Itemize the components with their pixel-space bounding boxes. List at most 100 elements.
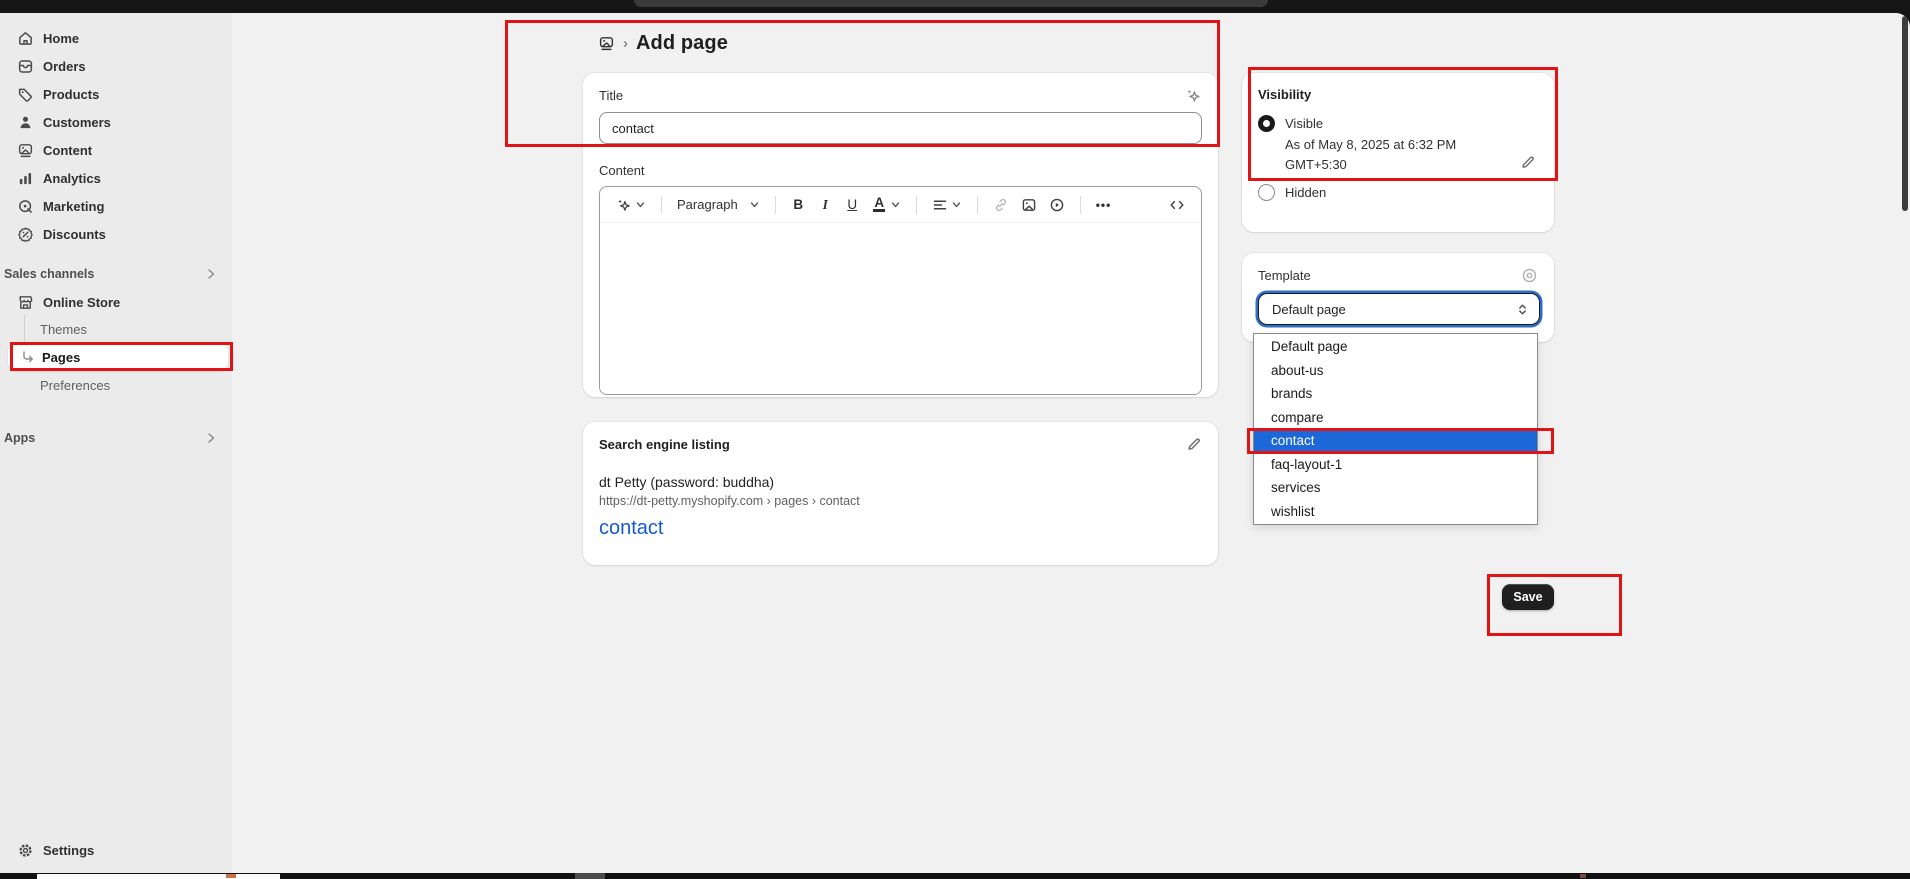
toolbar-divider <box>1080 196 1081 214</box>
more-options-button[interactable]: ••• <box>1092 195 1116 215</box>
taskbar-gray-segment <box>575 873 605 879</box>
breadcrumb: › Add page <box>598 32 728 55</box>
template-dropdown-list: Default page about-us brands compare con… <box>1253 333 1538 525</box>
edit-pencil-icon[interactable] <box>1186 436 1202 452</box>
bold-button[interactable]: B <box>787 194 810 215</box>
sidebar-item-home[interactable]: Home <box>0 24 232 52</box>
underline-button[interactable]: U <box>841 194 864 215</box>
hidden-radio-row[interactable]: Hidden <box>1258 184 1538 201</box>
template-selected-value: Default page <box>1272 302 1346 317</box>
browser-top-bar <box>0 0 1910 13</box>
sidebar-item-products[interactable]: Products <box>0 80 232 108</box>
radio-unselected-icon[interactable] <box>1258 184 1275 201</box>
underline-icon: U <box>845 197 860 212</box>
sales-channels-label: Sales channels <box>4 267 94 281</box>
visible-radio-row[interactable]: Visible <box>1258 115 1538 132</box>
products-icon <box>17 86 34 103</box>
toolbar-divider <box>916 196 917 214</box>
seo-site-title: dt Petty (password: buddha) <box>599 474 1202 490</box>
shopify-admin-window: Home Orders Products Customers Content A… <box>0 13 1910 873</box>
marketing-icon <box>17 198 34 215</box>
title-input[interactable] <box>599 112 1202 144</box>
dropdown-option[interactable]: brands <box>1254 382 1537 406</box>
visibility-heading: Visibility <box>1258 87 1538 102</box>
sidebar: Home Orders Products Customers Content A… <box>0 13 232 873</box>
dropdown-option[interactable]: compare <box>1254 406 1537 430</box>
template-heading: Template <box>1258 268 1311 283</box>
sidebar-section-sales-channels[interactable]: Sales channels <box>0 263 232 285</box>
sidebar-item-label: Customers <box>43 115 111 130</box>
content-icon[interactable] <box>598 35 615 52</box>
sidebar-item-orders[interactable]: Orders <box>0 52 232 80</box>
sidebar-item-label: Pages <box>42 350 80 365</box>
alignment-button[interactable] <box>928 194 966 216</box>
code-icon <box>1169 197 1185 213</box>
sidebar-item-settings[interactable]: Settings <box>0 836 232 864</box>
save-button[interactable]: Save <box>1502 584 1554 610</box>
sidebar-item-label: Products <box>43 87 99 102</box>
ai-assist-button[interactable] <box>612 194 650 216</box>
hidden-label: Hidden <box>1285 185 1326 200</box>
sidebar-item-content[interactable]: Content <box>0 136 232 164</box>
apps-label: Apps <box>4 431 35 445</box>
eye-icon[interactable] <box>1521 267 1538 284</box>
insert-image-button[interactable] <box>1017 194 1041 216</box>
sidebar-item-label: Settings <box>43 843 94 858</box>
code-view-button[interactable] <box>1165 194 1189 216</box>
italic-button[interactable]: I <box>814 194 837 216</box>
text-color-icon: A <box>872 197 887 212</box>
analytics-icon <box>17 170 34 187</box>
content-label: Content <box>599 163 1202 178</box>
sidebar-item-analytics[interactable]: Analytics <box>0 164 232 192</box>
toolbar-divider <box>661 196 662 214</box>
sidebar-item-online-store[interactable]: Online Store <box>0 288 232 316</box>
customers-icon <box>17 114 34 131</box>
dropdown-option[interactable]: about-us <box>1254 359 1537 383</box>
visibility-schedule: As of May 8, 2025 at 6:32 PM GMT+5:30 <box>1285 135 1501 175</box>
rich-text-editor: Paragraph B I U A <box>599 186 1202 395</box>
chevron-down-icon <box>951 199 962 210</box>
schedule-line2: GMT+5:30 <box>1285 155 1501 175</box>
dropdown-option[interactable]: services <box>1254 476 1537 500</box>
sidebar-item-themes[interactable]: Themes <box>0 316 232 343</box>
vertical-scrollbar[interactable] <box>1902 16 1908 211</box>
sidebar-item-marketing[interactable]: Marketing <box>0 192 232 220</box>
sidebar-item-label: Discounts <box>43 227 106 242</box>
sidebar-item-label: Analytics <box>43 171 101 186</box>
dropdown-option[interactable]: Default page <box>1254 335 1537 359</box>
sidebar-item-discounts[interactable]: Discounts <box>0 220 232 248</box>
chevron-down-icon <box>890 199 901 210</box>
editor-toolbar: Paragraph B I U A <box>600 187 1201 223</box>
sidebar-section-apps[interactable]: Apps <box>0 427 232 449</box>
insert-link-button[interactable] <box>989 194 1013 216</box>
radio-selected-icon[interactable] <box>1258 115 1275 132</box>
seo-page-link: contact <box>599 517 1202 540</box>
magic-sparkle-icon[interactable] <box>1185 87 1202 104</box>
sidebar-item-label: Themes <box>40 322 87 337</box>
chevron-right-icon <box>204 431 218 445</box>
sidebar-item-customers[interactable]: Customers <box>0 108 232 136</box>
dropdown-option[interactable]: wishlist <box>1254 500 1537 524</box>
insert-video-button[interactable] <box>1045 194 1069 216</box>
visible-label: Visible <box>1285 116 1323 131</box>
dropdown-option[interactable]: faq-layout-1 <box>1254 453 1537 477</box>
sidebar-item-pages[interactable]: Pages <box>0 343 232 371</box>
dropdown-option-highlighted[interactable]: contact <box>1254 429 1537 453</box>
edit-pencil-icon[interactable] <box>1520 154 1536 170</box>
content-icon <box>17 142 34 159</box>
more-icon: ••• <box>1096 198 1112 212</box>
text-color-button[interactable]: A <box>868 194 905 215</box>
editor-text-area[interactable] <box>600 223 1201 395</box>
play-circle-icon <box>1049 197 1065 213</box>
taskbar-red-dot <box>1580 874 1586 878</box>
bold-icon: B <box>791 197 806 212</box>
orders-icon <box>17 58 34 75</box>
gear-icon <box>17 842 34 859</box>
paragraph-style-button[interactable]: Paragraph <box>673 194 764 215</box>
image-icon <box>1021 197 1037 213</box>
link-icon <box>993 197 1009 213</box>
sidebar-item-preferences[interactable]: Preferences <box>0 372 232 399</box>
template-select[interactable]: Default page <box>1258 293 1540 325</box>
select-updown-icon <box>1516 303 1529 316</box>
seo-heading: Search engine listing <box>599 437 730 452</box>
